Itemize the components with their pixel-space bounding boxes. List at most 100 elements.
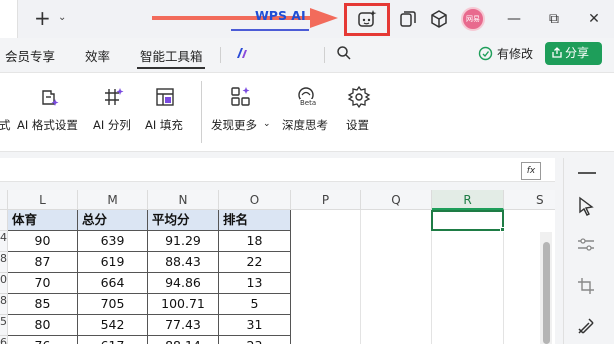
column-header[interactable]: O [219,190,291,210]
table-cell[interactable]: 87 [8,252,78,273]
row-header[interactable] [0,210,8,231]
table-header-cell[interactable]: 体育 [8,210,78,231]
table-cell[interactable]: 90 [8,231,78,252]
table-cell[interactable]: 542 [78,315,148,336]
annotation-arrow-icon [152,8,338,28]
cube-icon[interactable] [429,9,449,29]
row-header[interactable]: 0 [0,273,8,294]
ai-format-button[interactable]: AI 格式设置 [16,73,84,153]
column-header[interactable]: S [504,190,555,210]
crop-icon[interactable] [575,275,597,297]
title-bar: + ⌄ 网易 — ⧉ ✕ [0,0,614,38]
avatar[interactable]: 网易 [461,7,485,31]
table-cell[interactable]: 18 [219,231,291,252]
table-cell[interactable]: 664 [78,273,148,294]
column-header-selected[interactable]: R [432,190,504,210]
modify-status[interactable]: 有修改 [497,45,533,62]
share-button[interactable]: 分享 [545,42,602,65]
share-label: 分享 [565,46,590,60]
table-cell[interactable]: 77.43 [148,315,219,336]
document-tab[interactable] [0,0,18,38]
row-header[interactable]: 8 [0,252,8,273]
beta-badge: Beta [300,99,317,107]
table-cell[interactable]: 617 [78,336,148,344]
ai-fill-label: AI 填充 [145,118,183,132]
ai-assistant-icon[interactable] [357,9,377,29]
close-button[interactable]: ✕ [584,9,604,29]
table-cell[interactable]: 88.43 [148,252,219,273]
table-cell[interactable]: 22 [219,252,291,273]
ai-fill-icon [156,88,174,106]
table-header-cell[interactable]: 总分 [78,210,148,231]
chevron-down-icon: ⌄ [263,119,271,129]
discover-more-icon [231,87,250,106]
minimize-button[interactable]: — [504,9,524,29]
table-header-cell[interactable]: 平均分 [148,210,219,231]
fx-button[interactable]: fx [521,162,541,180]
column-header[interactable]: N [148,190,219,210]
table-cell[interactable]: 76 [8,336,78,344]
row-header[interactable]: 4 [0,231,8,252]
selected-cell[interactable] [431,210,504,231]
table-cell[interactable]: 705 [78,294,148,315]
column-header[interactable]: L [8,190,78,210]
ai-split-button[interactable]: AI 分列 [89,73,139,153]
cloud-sync-icon [478,46,493,61]
share-icon [552,47,562,58]
menu-smart-toolbox[interactable]: 智能工具箱 [140,46,203,65]
wps-ai-logo-icon [237,48,247,58]
ai-format-label: AI 格式设置 [17,118,78,132]
table-cell[interactable]: 639 [78,231,148,252]
menu-member[interactable]: 会员专享 [5,46,55,65]
tab-wps-ai[interactable]: WPS AI [255,8,306,23]
ai-fill-button[interactable]: AI 填充 [142,73,192,153]
restore-button[interactable]: ⧉ [544,9,564,29]
divider [220,47,221,63]
table-header-cell[interactable]: 排名 [219,210,291,231]
discover-more-button[interactable]: 发现更多 ⌄ [207,73,273,153]
table-cell[interactable]: 31 [219,315,291,336]
table-cell[interactable]: 5 [219,294,291,315]
empty-column[interactable] [361,210,432,344]
table-cell[interactable]: 91.29 [148,231,219,252]
column-header-truncated[interactable] [0,190,8,210]
menu-efficiency[interactable]: 效率 [85,46,110,65]
table-cell[interactable]: 80 [8,315,78,336]
divider [324,47,325,63]
table-cell[interactable]: 619 [78,252,148,273]
chevron-down-icon[interactable]: ⌄ [58,12,66,23]
adjust-icon[interactable] [575,233,597,255]
tab-underline [137,67,205,69]
column-header[interactable]: M [78,190,148,210]
column-header[interactable]: P [291,190,361,210]
row-header[interactable]: 6 [0,336,8,344]
table-cell[interactable]: 88.14 [148,336,219,344]
settings-label: 设置 [346,118,369,132]
tools-icon[interactable] [575,315,597,337]
window-icon[interactable] [398,9,418,29]
search-icon[interactable] [336,45,352,61]
formula-bar[interactable] [0,158,555,182]
ai-split-label: AI 分列 [93,118,131,132]
column-header[interactable]: Q [361,190,432,210]
deep-think-label: 深度思考 [282,118,328,132]
fill-handle[interactable] [500,227,505,232]
pointer-icon[interactable] [575,195,597,217]
scrollbar-thumb[interactable] [543,242,550,344]
table-cell[interactable]: 13 [219,273,291,294]
table-cell[interactable]: 85 [8,294,78,315]
table-cell[interactable]: 23 [219,336,291,344]
ai-split-icon [105,88,124,105]
deep-think-button[interactable]: Beta 深度思考 [279,73,335,153]
table-cell[interactable]: 100.71 [148,294,219,315]
table-cell[interactable]: 94.86 [148,273,219,294]
ribbon-label-truncated: 式 [0,118,11,132]
collapse-icon[interactable] [578,172,596,174]
table-cell[interactable]: 70 [8,273,78,294]
row-header[interactable]: 8 [0,294,8,315]
empty-column[interactable] [291,210,361,344]
new-tab-button[interactable]: + [34,8,51,28]
settings-button[interactable]: 设置 [342,73,376,153]
spreadsheet-grid[interactable]: L M N O P Q R S 4 8 0 8 5 6 体育 总分 平均分 排名… [0,190,555,344]
row-header[interactable]: 5 [0,315,8,336]
